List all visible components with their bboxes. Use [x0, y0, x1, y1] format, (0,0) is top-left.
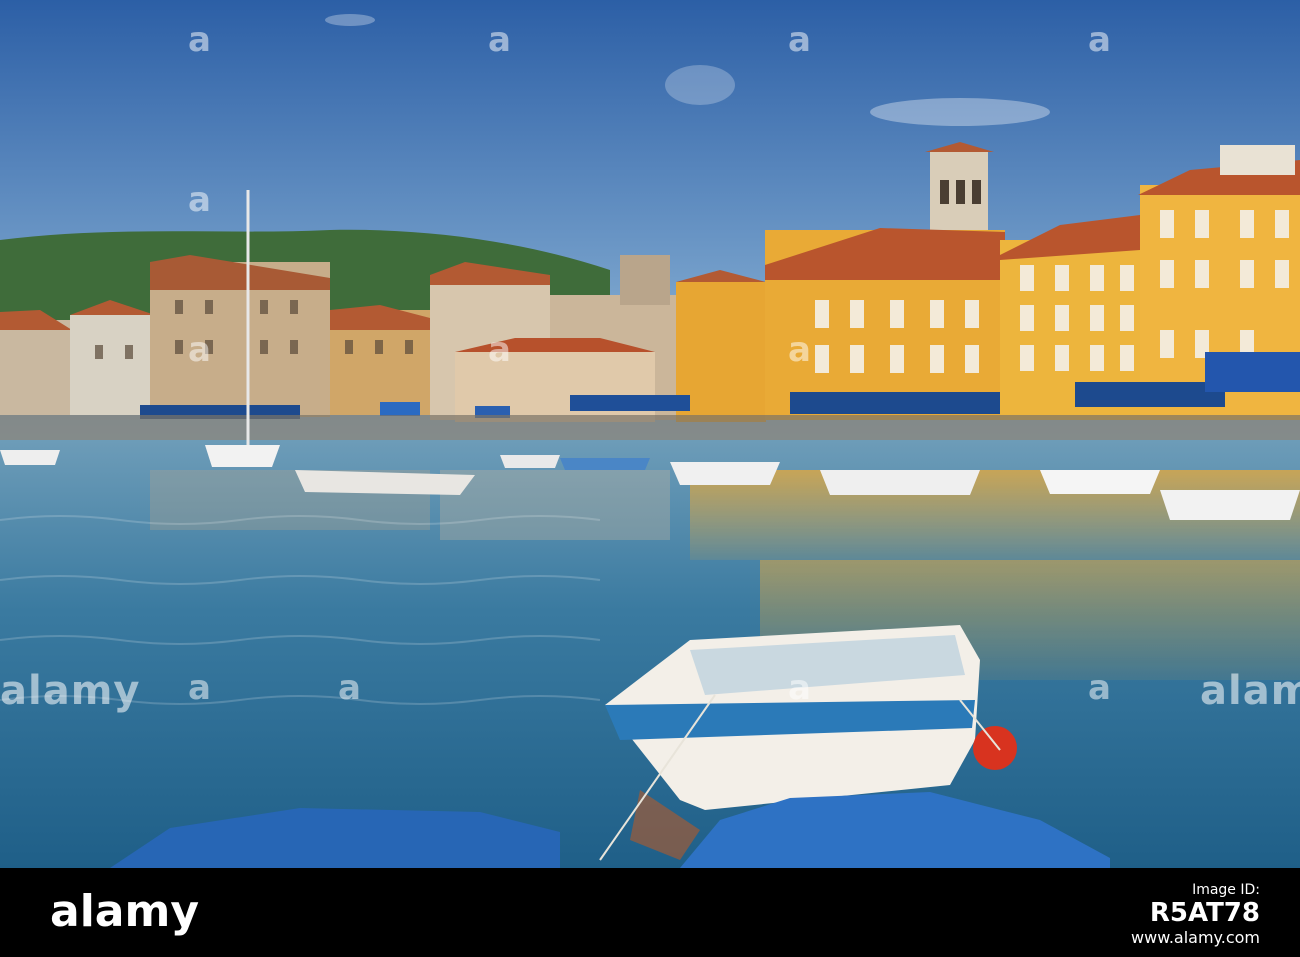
watermark-letter: a	[788, 20, 811, 60]
watermark-letter: a	[188, 180, 211, 220]
watermark-letter: a	[188, 330, 211, 370]
watermark-text: alamy	[0, 668, 141, 714]
watermark-letter: a	[1088, 668, 1111, 708]
watermark-letter: a	[488, 20, 511, 60]
cloud	[665, 65, 735, 105]
harbour-photo: alamy alamy a a a a a a a a a a a a	[0, 0, 1300, 868]
watermark-letter: a	[788, 330, 811, 370]
alamy-logo: alamy	[50, 886, 199, 937]
watermark-letter: a	[488, 330, 511, 370]
watermark-letter: a	[188, 20, 211, 60]
watermark-letter: a	[788, 668, 811, 708]
watermark-letter: a	[1088, 20, 1111, 60]
image-id-block: Image ID: R5AT78 www.alamy.com	[1131, 882, 1260, 947]
bell-tower	[925, 142, 994, 232]
image-id-label: Image ID:	[1192, 882, 1260, 898]
site-url: www.alamy.com	[1131, 928, 1260, 947]
harbour-scene	[0, 0, 1300, 868]
watermark-text: alamy	[1200, 668, 1300, 714]
watermark-letter: a	[338, 668, 361, 708]
cloud	[870, 98, 1050, 126]
cloud	[325, 14, 375, 26]
image-id-value: R5AT78	[1149, 898, 1260, 928]
watermark-letter: a	[188, 668, 211, 708]
footer-bar: alamy Image ID: R5AT78 www.alamy.com	[0, 868, 1300, 957]
